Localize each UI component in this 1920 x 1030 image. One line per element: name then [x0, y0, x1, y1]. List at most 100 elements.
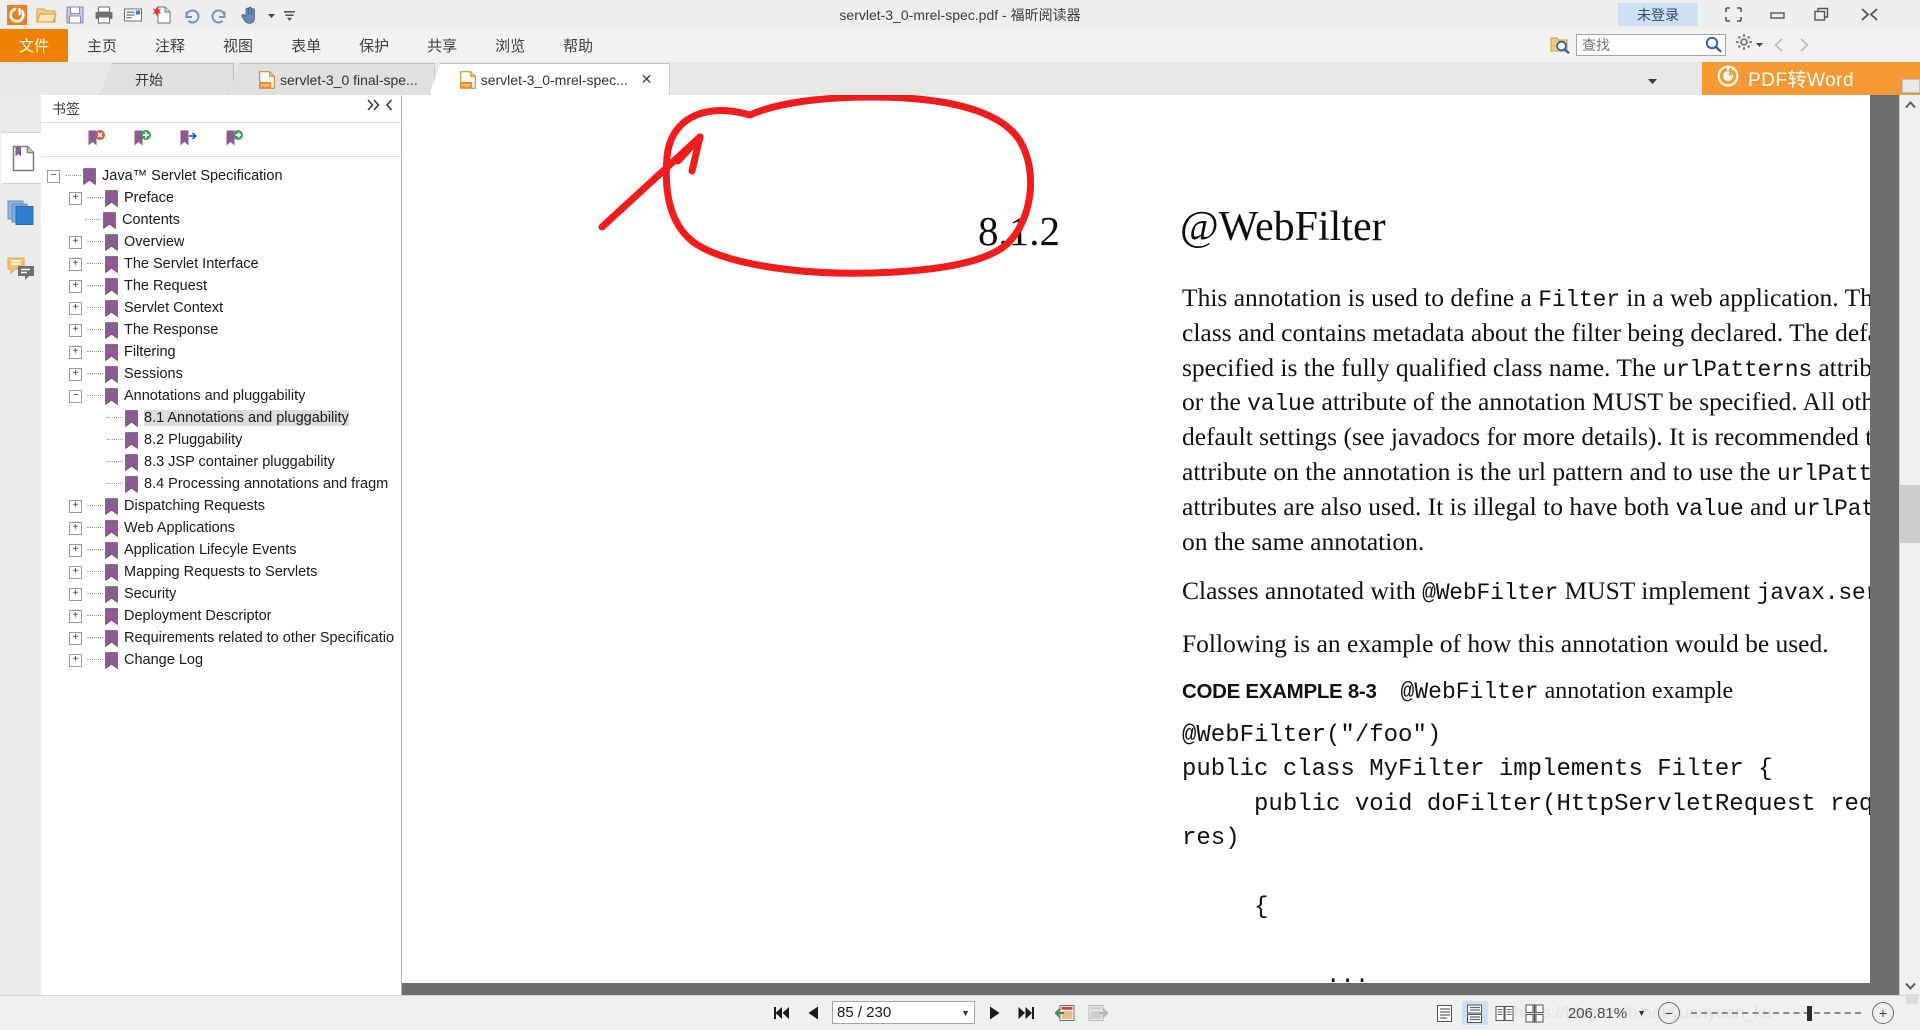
- bookmark-item[interactable]: + Web Applications: [41, 517, 401, 539]
- bookmark-expander-icon[interactable]: +: [69, 653, 82, 667]
- bookmark-item[interactable]: + Servlet Context: [41, 297, 401, 319]
- bookmark-item[interactable]: + Security: [41, 583, 401, 605]
- bookmark-item[interactable]: + The Request: [41, 275, 401, 297]
- bookmark-expander-icon[interactable]: +: [69, 279, 82, 293]
- hand-tool-icon[interactable]: [236, 3, 261, 28]
- bookmark-expander-icon[interactable]: +: [69, 301, 82, 315]
- tab-start[interactable]: 开始: [100, 63, 234, 95]
- bookmark-item[interactable]: + Mapping Requests to Servlets: [41, 561, 401, 583]
- scrollbar-thumb[interactable]: [1900, 485, 1920, 543]
- document-viewport[interactable]: 8.1.2 @WebFilter This annotation is used…: [402, 95, 1920, 996]
- scroll-down-arrow-icon[interactable]: [1900, 976, 1920, 996]
- bookmark-expander-icon[interactable]: +: [69, 565, 82, 579]
- close-icon[interactable]: [1848, 3, 1890, 26]
- bookmark-expander-icon[interactable]: +: [69, 631, 82, 645]
- bookmark-item[interactable]: Contents: [41, 209, 401, 231]
- bookmark-expander-icon[interactable]: +: [69, 543, 82, 557]
- next-page-button[interactable]: [982, 1000, 1006, 1025]
- bookmark-expander-icon[interactable]: +: [69, 521, 82, 535]
- bookmark-item[interactable]: + The Servlet Interface: [41, 253, 401, 275]
- thumbnails-panel-icon[interactable]: [1, 187, 41, 237]
- tab-overflow-caret-icon[interactable]: [1647, 73, 1658, 91]
- zoom-out-button[interactable]: −: [1658, 1002, 1680, 1024]
- bookmark-expander-icon[interactable]: +: [69, 499, 82, 513]
- collapse-panel-button[interactable]: [367, 99, 393, 111]
- bookmark-item[interactable]: + Change Log: [41, 649, 401, 671]
- bookmark-expander-icon[interactable]: +: [69, 345, 82, 359]
- previous-page-button[interactable]: [801, 1000, 825, 1025]
- page-dropdown-icon[interactable]: ▼: [961, 1008, 970, 1018]
- bookmark-expander-icon[interactable]: +: [69, 609, 82, 623]
- scroll-up-arrow-icon[interactable]: [1900, 95, 1920, 115]
- bookmark-item[interactable]: + The Response: [41, 319, 401, 341]
- zoom-dropdown-icon[interactable]: ▼: [1637, 1008, 1646, 1018]
- next-view-button[interactable]: [1085, 1000, 1109, 1025]
- tab-close-icon[interactable]: ✕: [641, 71, 653, 88]
- bookmark-options-icon[interactable]: [223, 129, 245, 151]
- foxit-logo-icon[interactable]: [4, 3, 29, 28]
- bookmark-item[interactable]: + Application Lifecyle Events: [41, 539, 401, 561]
- pdf-to-word-button[interactable]: PDF转Word: [1702, 62, 1920, 95]
- search-prev-button[interactable]: [1769, 34, 1789, 56]
- bookmark-item[interactable]: 8.2 Pluggability: [41, 429, 401, 451]
- last-page-button[interactable]: [1013, 1000, 1037, 1025]
- bookmark-item[interactable]: + Sessions: [41, 363, 401, 385]
- bookmark-expander-icon[interactable]: +: [69, 191, 82, 205]
- bookmark-item[interactable]: + Filtering: [41, 341, 401, 363]
- print-icon[interactable]: [91, 3, 116, 28]
- new-from-file-icon[interactable]: [149, 3, 174, 28]
- bookmark-item[interactable]: 8.4 Processing annotations and fragm: [41, 473, 401, 495]
- menu-item-home[interactable]: 主页: [68, 29, 136, 62]
- save-icon[interactable]: [62, 3, 87, 28]
- menu-item-share[interactable]: 共享: [408, 29, 476, 62]
- folder-search-icon[interactable]: [1549, 34, 1571, 56]
- search-icon[interactable]: [1704, 36, 1722, 54]
- bookmark-item[interactable]: + Overview: [41, 231, 401, 253]
- add-bookmark-icon[interactable]: [131, 129, 153, 151]
- redo-icon[interactable]: [207, 3, 232, 28]
- delete-bookmark-icon[interactable]: [85, 129, 107, 151]
- minimize-icon[interactable]: [1756, 3, 1798, 26]
- first-page-button[interactable]: [770, 1000, 794, 1025]
- bookmark-expander-icon[interactable]: +: [69, 367, 82, 381]
- document-vertical-scrollbar[interactable]: [1899, 79, 1920, 996]
- email-icon[interactable]: [120, 3, 145, 28]
- menu-item-browse[interactable]: 浏览: [476, 29, 544, 62]
- menu-item-file[interactable]: 文件: [0, 29, 69, 62]
- tab-servlet-final-spec[interactable]: PDF servlet-3_0 final-spe...: [228, 63, 435, 95]
- search-input[interactable]: [1580, 35, 1704, 54]
- comments-panel-icon[interactable]: [1, 243, 41, 293]
- bookmark-panel-icon[interactable]: [1, 132, 43, 184]
- zoom-slider[interactable]: [1691, 1003, 1861, 1023]
- bookmark-item[interactable]: − Annotations and pluggability: [41, 385, 401, 407]
- maximize-icon[interactable]: [1800, 3, 1842, 26]
- page-number-input[interactable]: 85 / 230 ▼: [832, 1001, 975, 1024]
- open-file-icon[interactable]: [33, 3, 58, 28]
- undo-icon[interactable]: [178, 3, 203, 28]
- customize-toolbar-icon[interactable]: [281, 3, 297, 28]
- resize-grip[interactable]: [1906, 994, 1918, 1004]
- restore-small-icon[interactable]: [1712, 3, 1754, 26]
- previous-view-button[interactable]: [1054, 1000, 1078, 1025]
- menu-item-protect[interactable]: 保护: [340, 29, 408, 62]
- bookmark-item[interactable]: + Dispatching Requests: [41, 495, 401, 517]
- bookmark-item[interactable]: + Deployment Descriptor: [41, 605, 401, 627]
- menu-item-help[interactable]: 帮助: [544, 29, 612, 62]
- menu-item-form[interactable]: 表单: [272, 29, 340, 62]
- zoom-slider-knob[interactable]: [1807, 1006, 1812, 1021]
- bookmark-expander-icon[interactable]: +: [69, 323, 82, 337]
- bookmark-expander-icon[interactable]: −: [47, 169, 60, 183]
- quick-access-dropdown-icon[interactable]: [265, 3, 277, 28]
- bookmark-expander-icon[interactable]: −: [69, 389, 82, 403]
- facing-page-view-icon[interactable]: [1492, 1001, 1518, 1025]
- bookmark-item[interactable]: 8.1 Annotations and pluggability: [41, 407, 401, 429]
- search-next-button[interactable]: [1794, 34, 1814, 56]
- menu-item-comment[interactable]: 注释: [136, 29, 204, 62]
- zoom-in-button[interactable]: +: [1872, 1002, 1894, 1024]
- single-page-view-icon[interactable]: [1432, 1001, 1458, 1025]
- bookmark-expander-icon[interactable]: +: [69, 235, 82, 249]
- menu-item-view[interactable]: 视图: [204, 29, 272, 62]
- bookmark-item[interactable]: + Preface: [41, 187, 401, 209]
- bookmark-item[interactable]: − Java™ Servlet Specification: [41, 165, 401, 187]
- search-settings-button[interactable]: [1735, 33, 1764, 56]
